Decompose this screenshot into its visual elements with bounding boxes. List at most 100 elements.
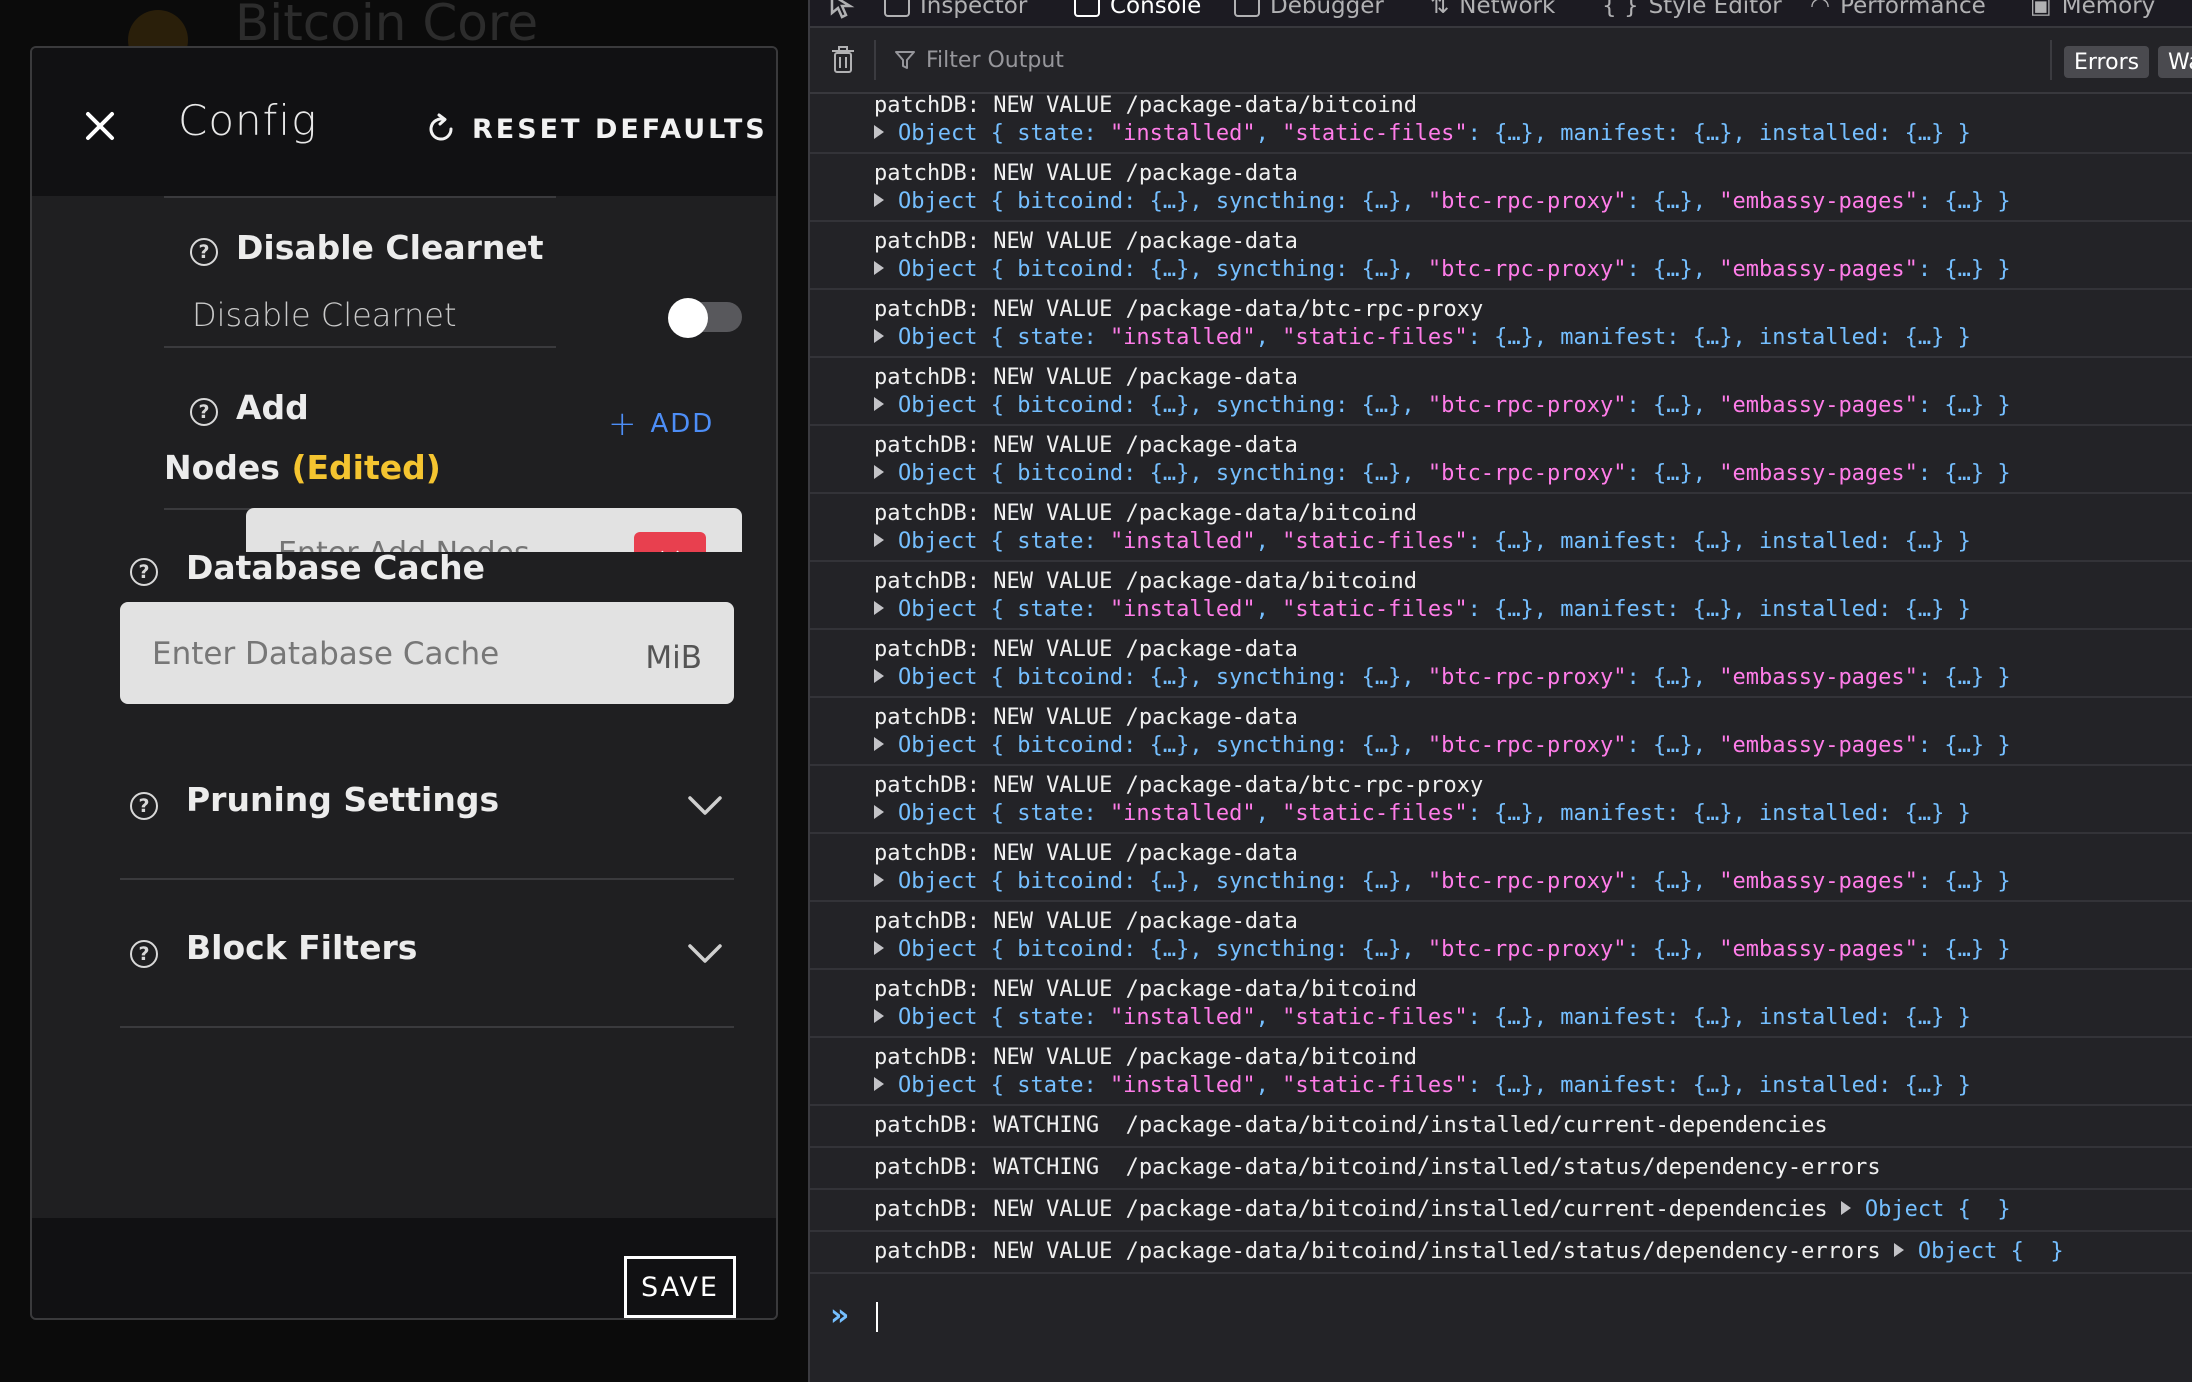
filter-output-input[interactable] [924, 46, 1528, 74]
expand-arrow-icon[interactable] [874, 533, 884, 547]
object-preview[interactable]: Object { } [1840, 1197, 2011, 1222]
tab-network[interactable]: ⇅ Network [1430, 0, 1555, 24]
object-preview[interactable]: Object { bitcoind: {…}, syncthing: {…}, … [874, 256, 2011, 284]
chevron-down-icon[interactable] [686, 942, 724, 966]
expand-arrow-icon[interactable] [874, 193, 884, 207]
database-cache-input[interactable] [120, 602, 640, 706]
log-message: patchDB: NEW VALUE /package-data/bitcoin… [874, 1196, 2011, 1224]
object-preview-part: "btc-rpc-proxy" [1427, 461, 1627, 486]
object-preview-part: state: [1017, 597, 1110, 622]
close-button[interactable] [72, 98, 128, 154]
object-preview-part: : {…} } [1917, 665, 2011, 690]
devtools-panel: Inspector Console Debugger ⇅ Network { }… [808, 0, 2192, 1382]
expand-arrow-icon[interactable] [1840, 1201, 1851, 1215]
expand-arrow-icon[interactable] [874, 1009, 884, 1023]
object-preview-part: "static-files" [1282, 529, 1468, 554]
object-preview[interactable]: Object { state: "installed", "static-fil… [874, 1072, 1971, 1100]
tab-debugger[interactable]: Debugger [1234, 0, 1384, 24]
add-nodes-title: Nodes [164, 448, 280, 487]
pruning-settings-title: Pruning Settings [186, 780, 500, 819]
add-node-label: ADD [650, 409, 715, 439]
expand-arrow-icon[interactable] [874, 601, 884, 615]
errors-filter-button[interactable]: Errors [2064, 46, 2150, 78]
console-input-row[interactable]: » [810, 1290, 2192, 1340]
object-preview-part: : {…}, manifest: {…}, installed: {…} } [1467, 1005, 1971, 1030]
object-preview[interactable]: Object { state: "installed", "static-fil… [874, 324, 1971, 352]
debugger-icon [1234, 0, 1260, 17]
console-log-entry: patchDB: WATCHING /package-data/bitcoind… [810, 1148, 2192, 1190]
database-cache-title: Database Cache [186, 548, 486, 587]
object-preview-part: : {…} } [1917, 257, 2011, 282]
log-message: patchDB: NEW VALUE /package-data [874, 364, 1298, 392]
object-preview[interactable]: Object { state: "installed", "static-fil… [874, 596, 1971, 624]
expand-arrow-icon[interactable] [874, 329, 884, 343]
log-message: patchDB: NEW VALUE /package-data [874, 432, 1298, 460]
object-preview[interactable]: Object { bitcoind: {…}, syncthing: {…}, … [874, 868, 2011, 896]
object-preview[interactable]: Object { state: "installed", "static-fil… [874, 120, 1971, 148]
expand-arrow-icon[interactable] [874, 873, 884, 887]
disable-clearnet-toggle[interactable] [668, 298, 742, 338]
warnings-filter-button[interactable]: Wa [2158, 46, 2192, 78]
object-preview[interactable]: Object { } [1893, 1239, 2064, 1264]
object-preview-part: "installed" [1109, 1005, 1256, 1030]
log-text: patchDB: NEW VALUE /package-data [874, 909, 1298, 934]
help-icon[interactable]: ? [190, 398, 218, 426]
tab-style-editor[interactable]: { } Style Editor [1602, 0, 1782, 24]
object-preview-part: : {…} } [1917, 393, 2011, 418]
object-preview[interactable]: Object { state: "installed", "static-fil… [874, 800, 1971, 828]
object-preview-part: "embassy-pages" [1719, 937, 1918, 962]
help-icon[interactable]: ? [130, 792, 158, 820]
tab-console[interactable]: Console [1074, 0, 1201, 24]
log-text: patchDB: NEW VALUE /package-data [874, 229, 1298, 254]
expand-arrow-icon[interactable] [874, 805, 884, 819]
divider [120, 878, 734, 880]
object-preview[interactable]: Object { bitcoind: {…}, syncthing: {…}, … [874, 188, 2011, 216]
expand-arrow-icon[interactable] [874, 941, 884, 955]
object-preview-part: "static-files" [1282, 325, 1468, 350]
tab-inspector[interactable]: Inspector [884, 0, 1027, 24]
object-preview[interactable]: Object { state: "installed", "static-fil… [874, 528, 1971, 556]
object-preview-part: "static-files" [1282, 1005, 1468, 1030]
divider [164, 196, 556, 198]
log-text: patchDB: NEW VALUE /package-data/bitcoin… [874, 1045, 1418, 1070]
add-node-button[interactable]: + ADD [608, 404, 714, 444]
object-preview-part: : {…}, [1626, 393, 1720, 418]
expand-arrow-icon[interactable] [874, 737, 884, 751]
object-preview-part: "installed" [1109, 597, 1256, 622]
help-icon[interactable]: ? [130, 940, 158, 968]
object-preview[interactable]: Object { bitcoind: {…}, syncthing: {…}, … [874, 936, 2011, 964]
expand-arrow-icon[interactable] [874, 125, 884, 139]
console-output: patchDB: NEW VALUE /package-data/bitcoin… [810, 94, 2192, 1290]
object-preview-part: Object { [898, 121, 1018, 146]
log-message: patchDB: NEW VALUE /package-data/bitcoin… [874, 568, 1417, 596]
object-preview-part: Object { } [1864, 1197, 2011, 1222]
tab-memory[interactable]: ▣ Memory [2030, 0, 2155, 24]
expand-arrow-icon[interactable] [874, 1077, 884, 1091]
object-preview-part: "static-files" [1282, 597, 1468, 622]
remove-node-button[interactable]: ✕ [634, 532, 706, 552]
object-preview-part: bitcoind: {…}, syncthing: {…}, [1017, 665, 1428, 690]
trash-icon[interactable] [832, 46, 854, 74]
expand-arrow-icon[interactable] [874, 261, 884, 275]
help-icon[interactable]: ? [130, 558, 158, 586]
object-preview-part: bitcoind: {…}, syncthing: {…}, [1017, 393, 1428, 418]
modal-body: ? Disable Clearnet Disable Clearnet ? Ad… [32, 196, 776, 1218]
tab-performance[interactable]: ◠ Performance [1810, 0, 1986, 24]
chevron-down-icon[interactable] [686, 794, 724, 818]
element-picker-icon[interactable] [828, 0, 858, 24]
expand-arrow-icon[interactable] [874, 465, 884, 479]
object-preview[interactable]: Object { state: "installed", "static-fil… [874, 1004, 1971, 1032]
object-preview[interactable]: Object { bitcoind: {…}, syncthing: {…}, … [874, 392, 2011, 420]
log-text: patchDB: NEW VALUE /package-data/bitcoin… [874, 501, 1418, 526]
object-preview[interactable]: Object { bitcoind: {…}, syncthing: {…}, … [874, 460, 2011, 488]
reset-defaults-button[interactable]: RESET DEFAULTS [424, 104, 768, 154]
object-preview[interactable]: Object { bitcoind: {…}, syncthing: {…}, … [874, 732, 2011, 760]
object-preview[interactable]: Object { bitcoind: {…}, syncthing: {…}, … [874, 664, 2011, 692]
expand-arrow-icon[interactable] [874, 669, 884, 683]
console-log-entry: patchDB: WATCHING /package-data/bitcoind… [810, 1106, 2192, 1148]
expand-arrow-icon[interactable] [1893, 1243, 1904, 1257]
object-preview-part: : {…}, manifest: {…}, installed: {…} } [1467, 801, 1971, 826]
save-button[interactable]: SAVE [624, 1256, 736, 1318]
help-icon[interactable]: ? [190, 238, 218, 266]
expand-arrow-icon[interactable] [874, 397, 884, 411]
